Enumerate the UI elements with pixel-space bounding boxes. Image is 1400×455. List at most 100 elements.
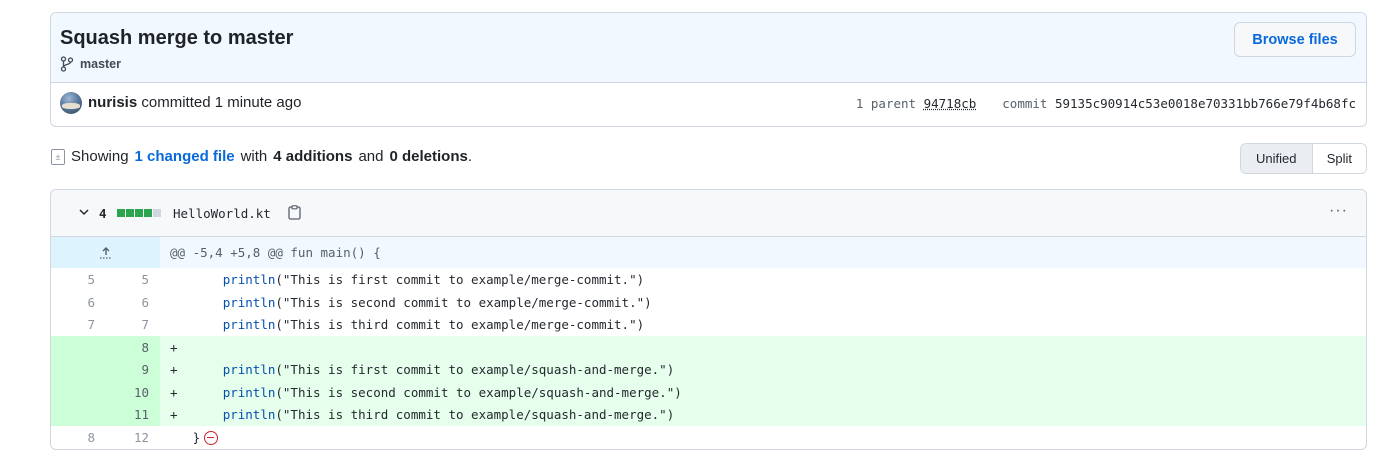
committed-time: committed 1 minute ago (141, 94, 302, 111)
new-line-number[interactable]: 12 (105, 430, 149, 445)
clipboard-icon[interactable] (288, 205, 301, 220)
new-line-number[interactable]: 11 (105, 407, 149, 422)
file-diff: 4 HelloWorld.kt ··· @@ -5,4 +5,8 @@ fun … (50, 189, 1367, 450)
code-function: println (222, 317, 276, 332)
diffstat-add-block (144, 209, 152, 217)
diffstat-neutral-block (153, 209, 161, 217)
code-function: println (222, 294, 276, 310)
summary-period: . (467, 148, 473, 165)
additions-count: 4 additions (273, 148, 353, 165)
line-code: + println("This is first commit to examp… (170, 362, 674, 377)
line-code: println("This is second commit to exampl… (170, 295, 652, 310)
diff-view-toggle: Unified Split (1239, 143, 1367, 174)
code-text: ("This is second commit to example/merge… (275, 294, 652, 310)
split-view-button[interactable]: Split (1312, 144, 1366, 173)
kebab-horizontal-icon[interactable]: ··· (1329, 202, 1348, 220)
diff-line-context: 66 println("This is second commit to exa… (51, 290, 1366, 313)
diffstat-add-block (126, 209, 134, 217)
code-function: println (222, 407, 276, 422)
diff-line-context: 8 12 } (51, 425, 1366, 448)
new-line-number[interactable]: 8 (105, 340, 149, 355)
parent-label: 1 parent (855, 96, 917, 111)
commit-meta: nurisis committed 1 minute ago 1 parent … (51, 83, 1366, 126)
new-line-number[interactable]: 7 (105, 317, 149, 332)
file-name[interactable]: HelloWorld.kt (173, 206, 271, 221)
summary-with: with (240, 148, 268, 165)
author-line: nurisis committed 1 minute ago (88, 94, 301, 111)
diff-marker (170, 295, 178, 310)
commit-title: Squash merge to master (60, 27, 294, 49)
diff-marker: + (170, 339, 178, 355)
author-name[interactable]: nurisis (88, 94, 137, 111)
hunk-header-text: @@ -5,4 +5,8 @@ fun main() { (170, 245, 381, 260)
code-text: ("This is third commit to example/merge-… (275, 317, 645, 332)
old-line-number[interactable]: 5 (51, 272, 95, 287)
line-code: + println("This is third commit to examp… (170, 407, 674, 422)
code-function: println (222, 384, 276, 400)
git-branch-icon (60, 56, 74, 72)
commit-label: commit (1002, 96, 1048, 111)
diff-marker (170, 272, 178, 287)
line-code: } (170, 429, 219, 445)
new-line-number[interactable]: 5 (105, 272, 149, 287)
new-line-number[interactable]: 9 (105, 362, 149, 377)
code-text: ("This is first commit to example/merge-… (275, 272, 645, 287)
diff-lines: 55 println("This is first commit to exam… (51, 268, 1366, 448)
chevron-down-icon[interactable] (77, 205, 91, 219)
diff-line-context: 77 println("This is third commit to exam… (51, 313, 1366, 336)
code-text: } (192, 429, 201, 445)
old-line-number[interactable]: 8 (51, 430, 95, 445)
diff-line-addition: 11 + println("This is third commit to exa… (51, 403, 1366, 426)
diffstat-add-block (135, 209, 143, 217)
line-code: + println("This is second commit to exam… (170, 385, 682, 400)
commit-header: Squash merge to master master Browse fil… (51, 13, 1366, 83)
changed-files-link[interactable]: 1 changed file (135, 148, 235, 165)
diffstat-add-block (117, 209, 125, 217)
diff-marker: + (170, 362, 178, 377)
commit-sha: 59135c90914c53e0018e70331bb766e79f4b68fc (1054, 96, 1356, 111)
new-line-number[interactable]: 10 (105, 385, 149, 400)
avatar[interactable] (60, 92, 82, 114)
change-count: 4 (99, 206, 107, 221)
no-newline-icon (204, 430, 219, 445)
code-text: ("This is second commit to example/squas… (275, 384, 682, 400)
diff-line-addition: 9 + println("This is first commit to exam… (51, 358, 1366, 381)
browse-files-button[interactable]: Browse files (1234, 22, 1356, 57)
diff-summary: ± Showing 1 changed file with 4 addition… (51, 148, 472, 165)
expand-up-icon[interactable] (51, 237, 160, 268)
diff-line-addition: 8 + (51, 335, 1366, 358)
code-text: ("This is third commit to example/squash… (275, 407, 675, 422)
diff-marker: + (170, 384, 178, 400)
file-header: 4 HelloWorld.kt ··· (51, 190, 1366, 237)
diff-marker (170, 430, 178, 445)
parent-info: 1 parent 94718cb commit 59135c90914c53e0… (856, 96, 1356, 111)
summary-and: and (358, 148, 384, 165)
branch-name: master (80, 57, 121, 71)
line-code: println("This is third commit to example… (170, 317, 644, 332)
branch-label[interactable]: master (60, 56, 121, 72)
summary-showing: Showing (71, 148, 129, 165)
diff-line-addition: 10 + println("This is second commit to ex… (51, 380, 1366, 403)
code-text: ("This is first commit to example/squash… (275, 362, 675, 377)
diff-marker (170, 317, 178, 332)
new-line-number[interactable]: 6 (105, 295, 149, 310)
old-line-number[interactable]: 7 (51, 317, 95, 332)
diffstat-blocks (117, 209, 161, 217)
diff-marker: + (170, 407, 178, 422)
commit-box: Squash merge to master master Browse fil… (50, 12, 1367, 127)
hunk-header: @@ -5,4 +5,8 @@ fun main() { (51, 237, 1366, 268)
old-line-number[interactable]: 6 (51, 295, 95, 310)
unified-view-button[interactable]: Unified (1240, 144, 1313, 173)
code-function: println (222, 272, 276, 287)
parent-sha-link[interactable]: 94718cb (924, 96, 977, 111)
deletions-count: 0 deletions (389, 148, 468, 165)
diff-line-context: 55 println("This is first commit to exam… (51, 268, 1366, 291)
line-code: println("This is first commit to example… (170, 272, 644, 287)
